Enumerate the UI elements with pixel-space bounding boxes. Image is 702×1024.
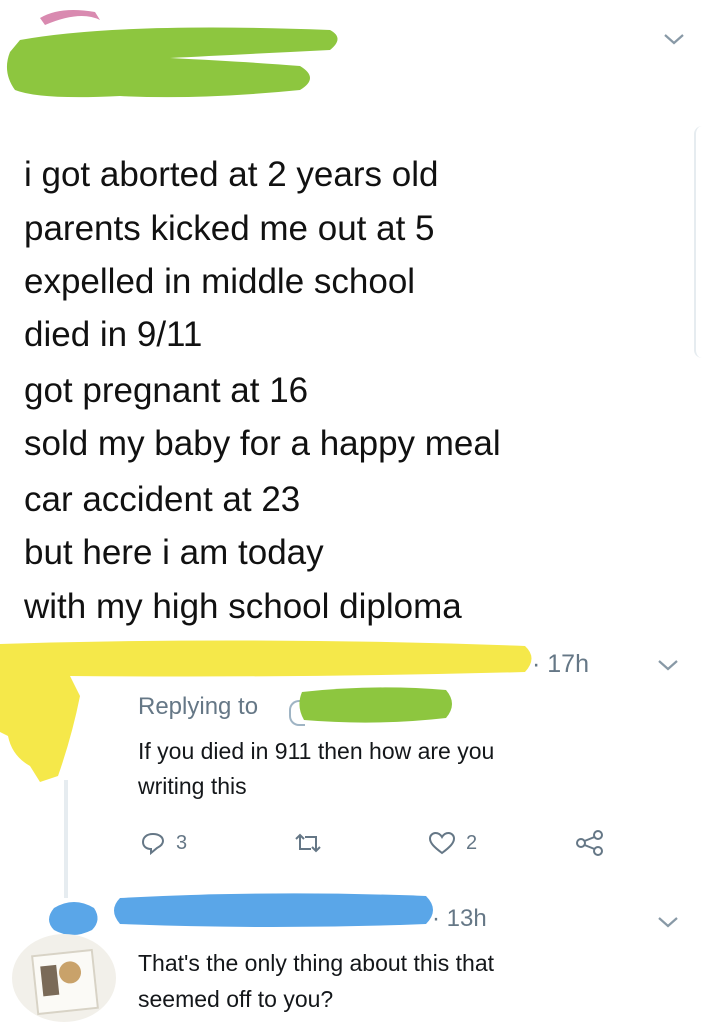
tweet-line: car accident at 23 <box>24 480 301 519</box>
reply-text: That's the only thing about this that <box>138 950 495 976</box>
retweet-icon <box>295 833 321 853</box>
tweet-line: with my high school diploma <box>24 587 462 626</box>
tweet-line: i got aborted at 2 years old <box>24 155 439 194</box>
chevron-down-icon[interactable] <box>656 658 680 672</box>
chevron-down-icon[interactable] <box>656 915 680 929</box>
like-icon <box>428 831 456 855</box>
tweet-line: got pregnant at 16 <box>24 371 309 410</box>
reply-button[interactable]: 3 <box>140 831 187 855</box>
reply-icon <box>141 832 165 855</box>
reply-text: seemed off to you? <box>138 986 334 1012</box>
scroll-edge <box>694 126 702 358</box>
like-button[interactable]: 2 <box>428 831 477 855</box>
reply-text: If you died in 911 then how are you <box>138 738 495 764</box>
tweet-line: died in 9/11 <box>24 315 203 354</box>
tweet-line: parents kicked me out at 5 <box>24 209 435 248</box>
thread-line <box>64 780 68 898</box>
avatar[interactable] <box>12 934 116 1022</box>
reply-count: 3 <box>176 831 188 854</box>
retweet-button[interactable] <box>291 831 325 855</box>
reply-timestamp[interactable]: · 13h <box>432 905 487 933</box>
replying-to-label: Replying to <box>138 693 259 720</box>
share-icon <box>576 830 603 856</box>
reply-timestamp[interactable]: · 17h <box>532 650 589 679</box>
avatar-photo <box>31 948 99 1016</box>
redacted-mention-green <box>299 687 452 723</box>
tweet-line: expelled in middle school <box>24 262 416 301</box>
share-button[interactable] <box>574 829 606 857</box>
like-count: 2 <box>466 831 478 854</box>
redacted-author-green <box>6 10 338 98</box>
tweet-line: but here i am today <box>24 533 324 572</box>
reply-text: writing this <box>138 773 247 799</box>
tweet-line: sold my baby for a happy meal <box>24 424 501 463</box>
chevron-down-icon[interactable] <box>662 32 686 46</box>
